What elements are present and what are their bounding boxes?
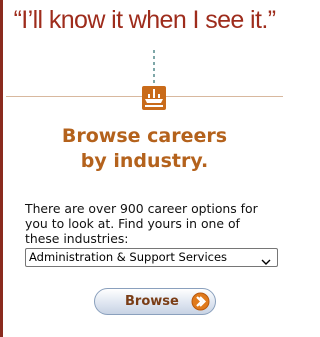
industry-select[interactable]: Administration & Support Services	[25, 248, 278, 267]
industry-icon	[142, 86, 166, 110]
chevron-down-icon	[261, 254, 271, 266]
arrow-right-icon	[191, 292, 210, 311]
tagline-quote: “I’ll know it when I see it.”	[13, 6, 276, 34]
heading-line-1: Browse careers	[61, 125, 228, 147]
browse-button-label: Browse	[125, 294, 179, 309]
section-heading: Browse careers by industry.	[6, 124, 283, 174]
description-text: There are over 900 career options for yo…	[25, 201, 258, 246]
industry-select-value: Administration & Support Services	[29, 250, 228, 264]
heading-line-2: by industry.	[80, 150, 209, 172]
dotted-connector	[153, 50, 155, 84]
browse-button[interactable]: Browse	[94, 288, 216, 315]
browse-by-industry-panel: “I’ll know it when I see it.” Browse car…	[0, 0, 283, 337]
